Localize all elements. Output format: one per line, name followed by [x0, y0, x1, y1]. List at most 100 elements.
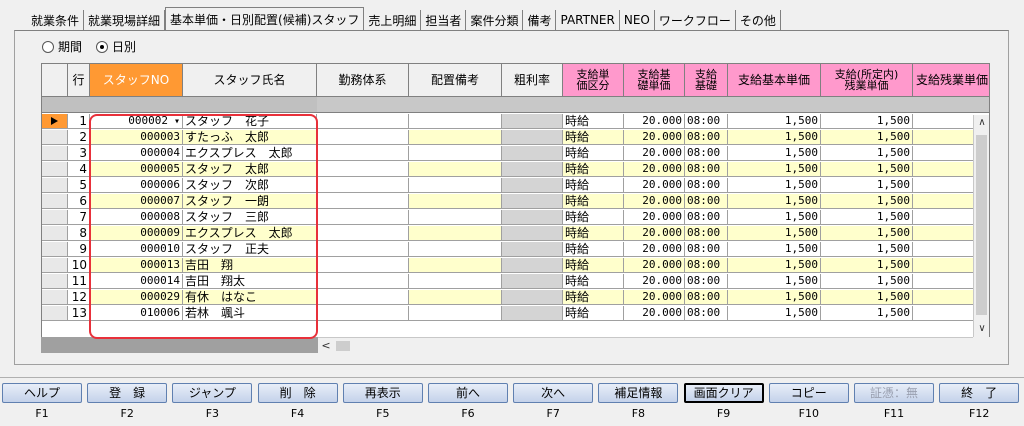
header-overtime-extra[interactable]: 支給残業単価: [913, 64, 989, 97]
cell-staff-no[interactable]: 000003: [90, 130, 183, 145]
header-assign-note[interactable]: 配置備考: [409, 64, 502, 97]
cell-pay-base[interactable]: 20.000: [624, 162, 685, 177]
cell-overtime[interactable]: 1,500: [821, 274, 913, 289]
cell-work-type[interactable]: [317, 242, 409, 257]
fkey-f8-button[interactable]: 補足情報: [598, 383, 679, 403]
cell-staff-name[interactable]: スタッフ 一朗: [183, 194, 317, 209]
cell-overtime[interactable]: 1,500: [821, 194, 913, 209]
cell-staff-no[interactable]: 000002 ▾: [90, 114, 183, 129]
cell-assign-note[interactable]: [409, 162, 502, 177]
cell-work-type[interactable]: [317, 114, 409, 129]
cell-pay-type[interactable]: 時給: [563, 306, 624, 321]
cell-work-type[interactable]: [317, 162, 409, 177]
cell-pay-unit[interactable]: 1,500: [728, 194, 821, 209]
cell-overtime[interactable]: 1,500: [821, 210, 913, 225]
tab-7[interactable]: PARTNER: [556, 10, 620, 30]
cell-work-type[interactable]: [317, 194, 409, 209]
cell-work-type[interactable]: [317, 290, 409, 305]
cell-overtime[interactable]: 1,500: [821, 178, 913, 193]
radio-daily-dot[interactable]: [96, 40, 109, 53]
header-staff-no[interactable]: スタッフNO: [90, 64, 183, 97]
cell-assign-note[interactable]: [409, 306, 502, 321]
cell-row-no[interactable]: 11: [68, 274, 90, 289]
table-row[interactable]: 1000002 ▾スタッフ 花子時給20.00008:001,5001,5001: [42, 114, 989, 129]
table-row[interactable]: 4000005スタッフ 太郎時給20.00008:001,5001,5001: [42, 162, 989, 177]
cell-assign-note[interactable]: [409, 130, 502, 145]
cell-margin[interactable]: [502, 114, 563, 129]
table-row[interactable]: 13010006若林 颯斗時給20.00008:001,5001,5001: [42, 306, 989, 321]
table-row[interactable]: 3000004エクスプレス 太郎時給20.00008:001,5001,5001: [42, 146, 989, 161]
fkey-f1-button[interactable]: ヘルプ: [2, 383, 82, 403]
cell-pay-base[interactable]: 20.000: [624, 114, 685, 129]
cell-work-type[interactable]: [317, 274, 409, 289]
cell-staff-name[interactable]: スタッフ 太郎: [183, 162, 317, 177]
cell-staff-no[interactable]: 000013: [90, 258, 183, 273]
cell-pay-type[interactable]: 時給: [563, 146, 624, 161]
cell-margin[interactable]: [502, 306, 563, 321]
cell-staff-no[interactable]: 000006: [90, 178, 183, 193]
radio-period-dot[interactable]: [42, 40, 54, 53]
cell-pay-unit[interactable]: 1,500: [728, 178, 821, 193]
cell-row-no[interactable]: 10: [68, 258, 90, 273]
tab-5[interactable]: 案件分類: [466, 10, 524, 30]
cell-assign-note[interactable]: [409, 226, 502, 241]
tab-10[interactable]: その他: [736, 10, 781, 30]
cell-staff-name[interactable]: 若林 颯斗: [183, 306, 317, 321]
table-row[interactable]: 7000008スタッフ 三郎時給20.00008:001,5001,5001: [42, 210, 989, 225]
cell-staff-no[interactable]: 000010: [90, 242, 183, 257]
horizontal-scroll-thumb[interactable]: [336, 341, 350, 351]
cell-overtime[interactable]: 1,500: [821, 306, 913, 321]
cell-staff-name[interactable]: スタッフ 次郎: [183, 178, 317, 193]
cell-pay-unit[interactable]: 1,500: [728, 290, 821, 305]
cell-pay-unit[interactable]: 1,500: [728, 130, 821, 145]
cell-row-no[interactable]: 3: [68, 146, 90, 161]
cell-pay-basis[interactable]: 08:00: [685, 130, 728, 145]
cell-pay-type[interactable]: 時給: [563, 178, 624, 193]
cell-margin[interactable]: [502, 178, 563, 193]
tab-2[interactable]: 基本単価・日別配置(候補)スタッフ: [165, 7, 365, 31]
cell-row-no[interactable]: 1: [68, 114, 90, 129]
cell-margin[interactable]: [502, 130, 563, 145]
cell-margin[interactable]: [502, 242, 563, 257]
cell-pay-basis[interactable]: 08:00: [685, 210, 728, 225]
cell-pay-type[interactable]: 時給: [563, 162, 624, 177]
cell-pay-basis[interactable]: 08:00: [685, 178, 728, 193]
cell-assign-note[interactable]: [409, 146, 502, 161]
cell-pay-type[interactable]: 時給: [563, 226, 624, 241]
cell-staff-no[interactable]: 000005: [90, 162, 183, 177]
cell-margin[interactable]: [502, 146, 563, 161]
cell-row-no[interactable]: 8: [68, 226, 90, 241]
cell-assign-note[interactable]: [409, 194, 502, 209]
cell-work-type[interactable]: [317, 210, 409, 225]
header-pay-base[interactable]: 支給基 礎単価: [624, 64, 685, 97]
cell-pay-type[interactable]: 時給: [563, 194, 624, 209]
table-row[interactable]: 8000009エクスプレス 太郎時給20.00008:001,5001,5001: [42, 226, 989, 241]
table-row[interactable]: 10000013吉田 翔時給20.00008:001,5001,5001: [42, 258, 989, 273]
cell-assign-note[interactable]: [409, 114, 502, 129]
cell-work-type[interactable]: [317, 178, 409, 193]
cell-pay-unit[interactable]: 1,500: [728, 210, 821, 225]
cell-assign-note[interactable]: [409, 258, 502, 273]
cell-pay-basis[interactable]: 08:00: [685, 114, 728, 129]
cell-pay-unit[interactable]: 1,500: [728, 146, 821, 161]
table-row[interactable]: 11000014吉田 翔太時給20.00008:001,5001,5001: [42, 274, 989, 289]
cell-staff-name[interactable]: 吉田 翔: [183, 258, 317, 273]
table-row[interactable]: 2000003すたっふ 太郎時給20.00008:001,5001,5001: [42, 130, 989, 145]
cell-staff-no[interactable]: 000008: [90, 210, 183, 225]
fkey-f5-button[interactable]: 再表示: [342, 383, 423, 403]
cell-pay-basis[interactable]: 08:00: [685, 226, 728, 241]
radio-period[interactable]: 期間: [42, 38, 82, 55]
cell-row-no[interactable]: 13: [68, 306, 90, 321]
cell-staff-no[interactable]: 000004: [90, 146, 183, 161]
cell-pay-base[interactable]: 20.000: [624, 178, 685, 193]
tab-3[interactable]: 売上明細: [364, 10, 422, 30]
header-pay-type[interactable]: 支給単 価区分: [563, 64, 624, 97]
scroll-down-icon[interactable]: ∨: [974, 321, 990, 337]
cell-pay-base[interactable]: 20.000: [624, 290, 685, 305]
cell-staff-name[interactable]: スタッフ 正夫: [183, 242, 317, 257]
cell-row-no[interactable]: 4: [68, 162, 90, 177]
cell-staff-name[interactable]: スタッフ 三郎: [183, 210, 317, 225]
cell-pay-basis[interactable]: 08:00: [685, 258, 728, 273]
cell-pay-type[interactable]: 時給: [563, 130, 624, 145]
cell-work-type[interactable]: [317, 306, 409, 321]
